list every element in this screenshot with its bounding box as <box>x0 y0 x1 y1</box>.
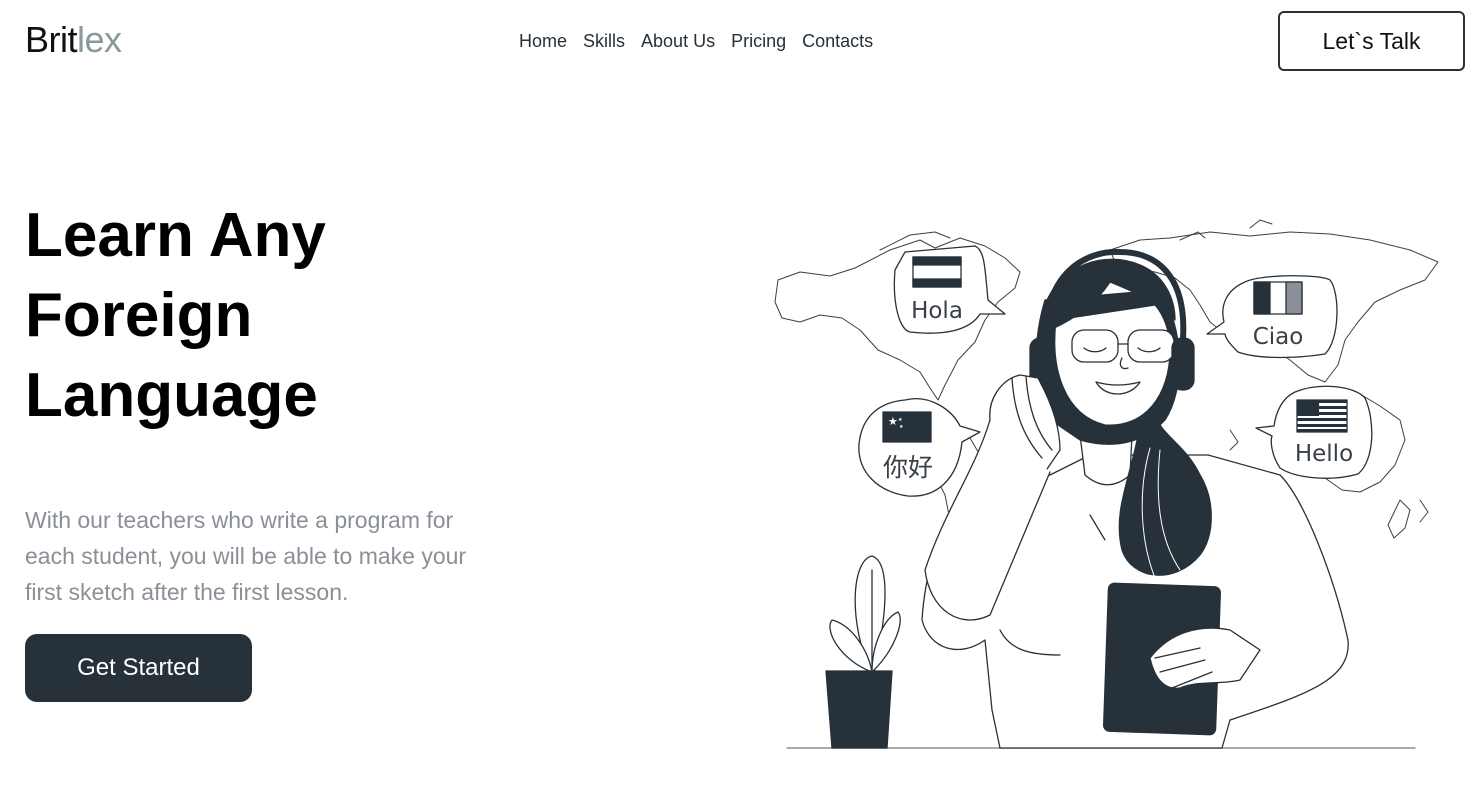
nav-link-about-us[interactable]: About Us <box>641 31 715 51</box>
bubble-hello: Hello <box>1255 385 1373 479</box>
spain-flag-icon <box>912 256 962 288</box>
get-started-button[interactable]: Get Started <box>25 634 252 702</box>
nav-link-pricing[interactable]: Pricing <box>731 31 786 51</box>
bubble-text-hola: Hola <box>911 298 963 324</box>
language-learner-illustration: Hola Ciao ★ ★ ★ 你好 Hello <box>774 219 1439 749</box>
nav-link-contacts[interactable]: Contacts <box>802 31 873 51</box>
svg-text:★: ★ <box>888 415 898 428</box>
svg-text:★: ★ <box>899 424 904 430</box>
brand-logo[interactable]: Britlex <box>25 20 122 60</box>
china-flag-icon: ★ ★ ★ <box>882 411 932 443</box>
bubble-text-nihao: 你好 <box>883 453 933 482</box>
bubble-text-hello: Hello <box>1295 441 1353 467</box>
plant-icon <box>825 555 901 749</box>
lets-talk-button[interactable]: Let`s Talk <box>1278 11 1465 71</box>
main-nav: Home Skills About Us Pricing Contacts <box>519 31 873 51</box>
svg-text:★: ★ <box>898 417 903 423</box>
hero-title-line: Language <box>25 361 318 430</box>
hero-title-line: Foreign <box>25 281 253 350</box>
bubble-text-ciao: Ciao <box>1253 324 1304 350</box>
hero-subtitle: With our teachers who write a program fo… <box>25 507 467 605</box>
italy-flag-icon <box>1253 281 1303 315</box>
bubble-ciao: Ciao <box>1206 275 1338 359</box>
bubble-hola: Hola <box>893 245 1006 334</box>
hero-title-line: Learn Any <box>25 201 326 270</box>
site-header: Britlex Home Skills About Us Pricing Con… <box>0 0 1474 82</box>
logo-text-accent: lex <box>77 19 122 60</box>
logo-text-primary: Brit <box>25 19 78 60</box>
hero-title: Learn Any Foreign Language <box>25 196 326 436</box>
bubble-nihao: ★ ★ ★ 你好 <box>858 398 981 497</box>
nav-link-skills[interactable]: Skills <box>583 31 625 51</box>
usa-flag-icon <box>1296 399 1348 433</box>
nav-link-home[interactable]: Home <box>519 31 567 51</box>
